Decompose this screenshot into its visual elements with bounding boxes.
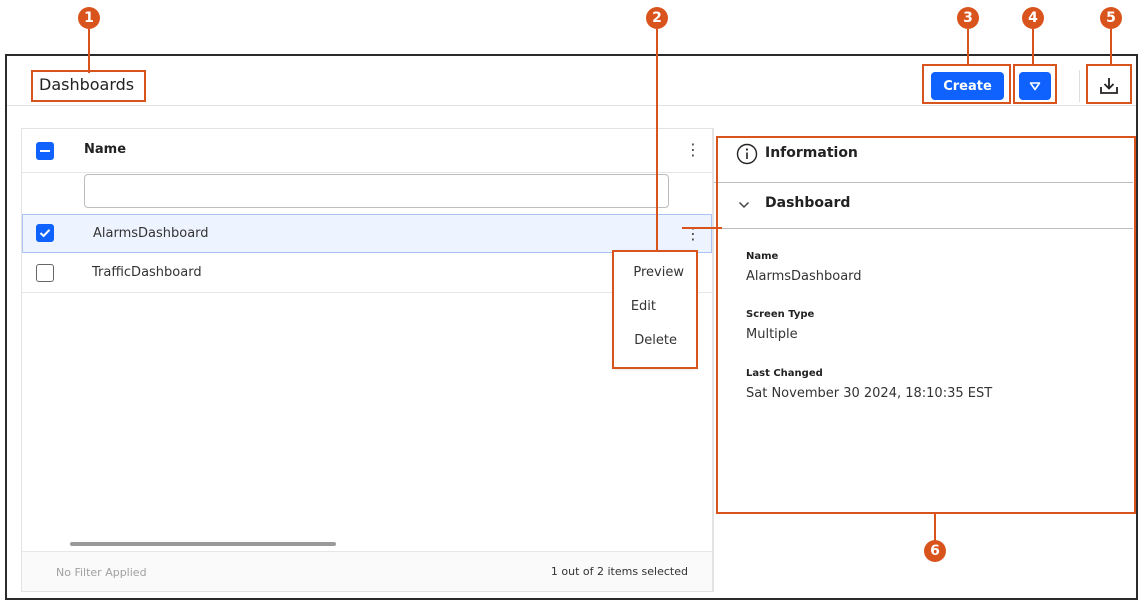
table-row[interactable]: TrafficDashboard [22,254,712,293]
row-context-menu: Preview Edit Delete [614,251,696,368]
dashboard-section-toggle[interactable]: Dashboard [714,183,1134,228]
table-row[interactable]: AlarmsDashboard ⋮ [22,214,712,253]
divider [714,228,1133,229]
callout-6-line [934,512,936,542]
callout-1-line [88,29,90,73]
name-filter-input[interactable] [84,174,669,208]
callout-2: 2 [646,7,668,29]
menu-item-delete[interactable]: Delete [634,333,677,348]
create-button[interactable]: Create [931,72,1004,100]
select-all-checkbox[interactable] [36,142,54,160]
callout-6: 6 [924,540,946,562]
page-title: Dashboards [39,75,135,94]
dashboards-table: Name ⋮ AlarmsDashboard ⋮ TrafficDashboar… [21,128,713,592]
field-label-name: Name [746,251,779,262]
triangle-down-icon [1029,81,1041,91]
callout-4: 4 [1022,7,1044,29]
column-options-icon[interactable]: ⋮ [685,142,701,158]
field-value-name: AlarmsDashboard [746,269,862,284]
row-checkbox[interactable] [36,264,54,282]
information-title: Information [765,145,858,161]
dashboards-window: Dashboards Create Name ⋮ AlarmsDashboard… [5,54,1138,600]
download-button[interactable] [1094,72,1124,100]
filter-status: No Filter Applied [56,566,147,579]
information-panel: Information Dashboard Name AlarmsDashboa… [713,128,1133,592]
callout-2-connector [682,227,722,229]
callout-2-line [656,29,658,251]
dashboard-section-title: Dashboard [765,195,851,211]
field-label-last-changed: Last Changed [746,368,823,379]
header-divider [1079,70,1080,102]
callout-1: 1 [78,7,100,29]
chevron-down-icon [738,200,750,210]
field-label-screen-type: Screen Type [746,309,815,320]
selection-count: 1 out of 2 items selected [550,565,688,578]
checkmark-icon [39,228,51,238]
info-icon [736,143,758,165]
row-checkbox[interactable] [36,224,54,242]
table-header: Name ⋮ [22,129,712,173]
column-header-name: Name [84,142,127,157]
callout-4-line [1032,29,1034,65]
callout-3-line [967,29,969,65]
callout-3: 3 [957,7,979,29]
minus-icon [40,150,50,152]
menu-item-preview[interactable]: Preview [633,265,684,280]
horizontal-scrollbar[interactable] [70,542,336,546]
row-name: AlarmsDashboard [93,226,209,241]
row-name: TrafficDashboard [92,265,202,280]
table-footer: No Filter Applied 1 out of 2 items selec… [22,551,712,591]
field-value-last-changed: Sat November 30 2024, 18:10:35 EST [746,386,993,401]
callout-5-line [1110,29,1112,65]
download-icon [1098,76,1120,96]
callout-5: 5 [1100,7,1122,29]
field-value-screen-type: Multiple [746,327,798,342]
create-dropdown-button[interactable] [1019,72,1051,100]
menu-item-edit[interactable]: Edit [631,299,656,314]
